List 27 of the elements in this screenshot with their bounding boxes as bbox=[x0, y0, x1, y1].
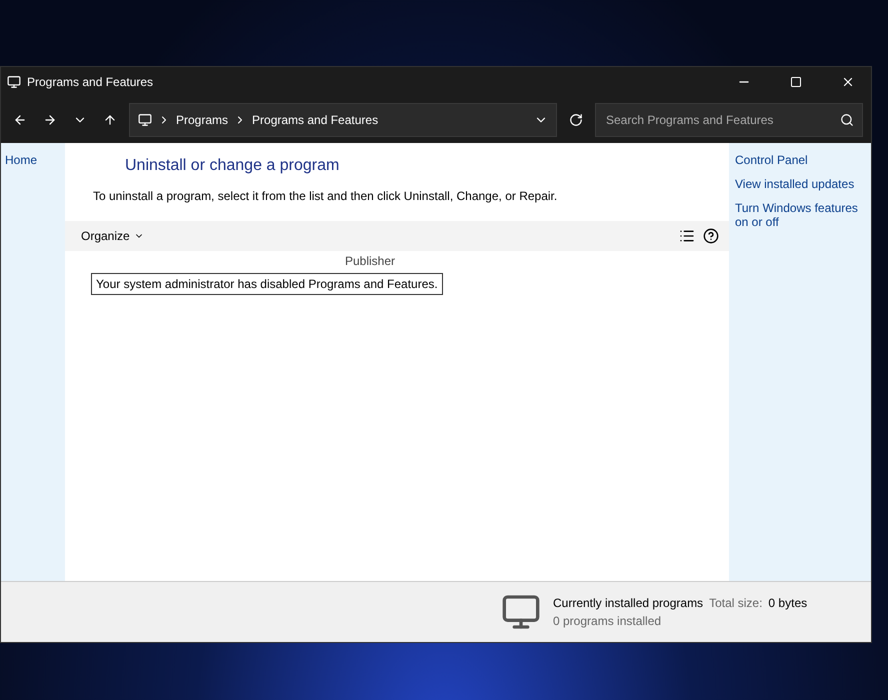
refresh-icon bbox=[569, 113, 583, 127]
window-title: Programs and Features bbox=[27, 75, 154, 89]
disabled-message: Your system administrator has disabled Programs and Features. bbox=[91, 273, 443, 295]
organize-menu[interactable]: Organize bbox=[75, 228, 671, 244]
search-field[interactable]: Search Programs and Features bbox=[604, 112, 840, 128]
breadcrumb[interactable]: Programs and Features bbox=[252, 113, 378, 127]
size-label: Total size: bbox=[709, 596, 762, 610]
view-icon[interactable] bbox=[679, 228, 695, 244]
forward-arrow-icon bbox=[43, 113, 57, 127]
close-icon bbox=[841, 75, 855, 89]
nav-link[interactable]: Home bbox=[5, 153, 61, 167]
help-icon[interactable] bbox=[703, 228, 719, 244]
details-title: Currently installed programs bbox=[553, 596, 704, 610]
search-box[interactable]: Search Programs and Features bbox=[595, 103, 863, 137]
instructions-text: To uninstall a program, select it from the list and then click Uninstall, Change, or Repair. bbox=[93, 189, 558, 203]
breadcrumb[interactable]: Programs bbox=[176, 113, 228, 127]
task-link[interactable]: View installed updates bbox=[735, 177, 865, 191]
task-link[interactable]: Control Panel bbox=[735, 153, 865, 167]
page-heading: Uninstall or change a program bbox=[125, 157, 340, 175]
size-value: 0 bytes bbox=[768, 596, 808, 610]
search-icon bbox=[840, 113, 854, 127]
task-link[interactable]: Turn Windows features on or off bbox=[735, 201, 865, 229]
address-bar[interactable]: Programs Programs and Features bbox=[129, 103, 557, 137]
program-count: 0 programs installed bbox=[553, 614, 662, 628]
column-header[interactable]: Publisher bbox=[345, 254, 396, 268]
maximize-icon bbox=[790, 76, 802, 88]
back-arrow-icon bbox=[13, 113, 27, 127]
